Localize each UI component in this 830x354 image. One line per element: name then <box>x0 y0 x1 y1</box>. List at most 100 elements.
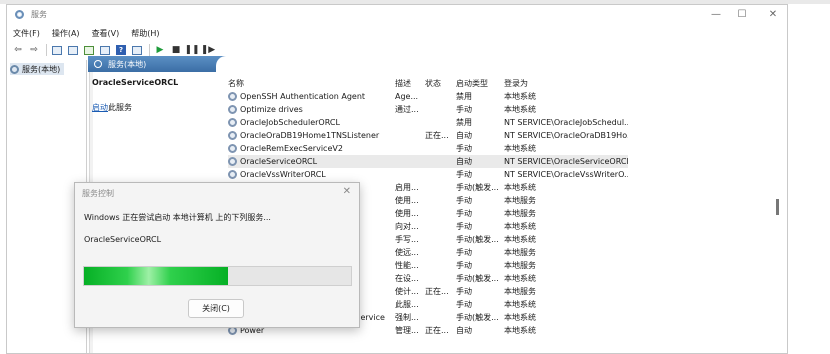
logon-as-cell-text: NT SERVICE\OracleVssWriterO... <box>504 170 628 179</box>
startup-type-cell: 禁用 <box>456 117 502 128</box>
startup-type-cell: 手动 <box>456 286 502 297</box>
service-gear-icon <box>228 144 237 153</box>
stop-icon[interactable]: ■ <box>169 43 183 57</box>
startup-type-cell: 自动 <box>456 156 502 167</box>
restart-icon[interactable]: ❚▶ <box>201 43 215 57</box>
start-service-link[interactable]: 启动 <box>92 103 108 112</box>
logon-as-cell: 本地服务 <box>504 247 628 258</box>
description-cell: 向对... <box>395 221 423 232</box>
progress-bar <box>83 266 352 286</box>
startup-type-cell: 手动(触发... <box>456 182 502 193</box>
vertical-scrollbar[interactable] <box>772 73 782 350</box>
description-cell-text: 通过... <box>395 105 419 114</box>
description-cell: 启用... <box>395 182 423 193</box>
startup-type-cell-text: 手动 <box>456 261 472 270</box>
menu-file[interactable]: 文件(F) <box>7 28 46 39</box>
description-cell: 手写... <box>395 234 423 245</box>
startup-type-cell-text: 手动(触发... <box>456 235 499 244</box>
logon-as-cell: 本地系统 <box>504 273 628 284</box>
pause-icon[interactable]: ❚❚ <box>184 43 199 57</box>
table-row[interactable]: OracleServiceORCL 自动 NT SERVICE\OracleServ… <box>228 155 628 168</box>
service-gear-icon <box>228 131 237 140</box>
title-bar: 服务 <box>7 5 787 24</box>
startup-type-cell: 手动(触发... <box>456 312 502 323</box>
description-cell: 性能... <box>395 260 423 271</box>
logon-as-cell-text: 本地系统 <box>504 274 536 283</box>
startup-type-cell: 手动 <box>456 195 502 206</box>
close-dialog-button[interactable]: 关闭(C) <box>188 299 244 318</box>
startup-type-cell-text: 禁用 <box>456 92 472 101</box>
description-cell: 管理... <box>395 325 423 336</box>
logon-as-cell: 本地系统 <box>504 234 628 245</box>
column-header-desc[interactable]: 描述 <box>395 78 423 89</box>
menu-action[interactable]: 操作(A) <box>46 28 86 39</box>
logon-as-cell-text: 本地系统 <box>504 313 536 322</box>
table-row[interactable]: OracleVssWriterORCL 手动 NT SERVICE\OracleVs… <box>228 168 628 181</box>
startup-type-cell: 手动 <box>456 208 502 219</box>
dialog-title: 服务控制 <box>82 189 114 198</box>
properties-icon[interactable] <box>66 43 80 57</box>
service-name-cell-text: OracleOraDB19Home1TNSListener <box>240 131 380 140</box>
column-header-row: 名称 描述 状态 启动类型 登录为 <box>228 77 628 90</box>
startup-type-cell: 禁用 <box>456 91 502 102</box>
window-title: 服务 <box>31 10 47 19</box>
service-gear-icon <box>228 105 237 114</box>
close-button[interactable]: ✕ <box>758 5 787 24</box>
logon-as-cell-text: 本地系统 <box>504 92 536 101</box>
column-header-name[interactable]: 名称 <box>228 78 392 89</box>
description-cell: 使用... <box>395 208 423 219</box>
service-name-cell-text: OpenSSH Authentication Agent <box>240 92 366 101</box>
service-detail-pane: OracleServiceORCL 启动此服务 <box>92 78 222 113</box>
status-cell-text: 正在... <box>425 287 449 296</box>
maximize-button[interactable]: ☐ <box>727 5 757 24</box>
menu-view[interactable]: 查看(V) <box>86 28 126 39</box>
logon-as-cell: 本地服务 <box>504 208 628 219</box>
startup-type-cell-text: 手动 <box>456 170 472 179</box>
logon-as-cell: 本地服务 <box>504 286 628 297</box>
logon-as-cell: NT SERVICE\OracleServiceORCL <box>504 157 628 166</box>
logon-as-cell: 本地系统 <box>504 91 628 102</box>
logon-as-cell-text: NT SERVICE\OracleOraDB19Ho... <box>504 131 628 140</box>
logon-as-cell-text: 本地系统 <box>504 326 536 335</box>
startup-type-cell-text: 手动(触发... <box>456 274 499 283</box>
table-row[interactable]: OpenSSH Authentication Agent Age... 禁用 本地系统 <box>228 90 628 103</box>
column-header-status[interactable]: 状态 <box>425 78 453 89</box>
forward-arrow-icon[interactable]: ⇨ <box>27 43 41 57</box>
startup-type-cell: 手动 <box>456 260 502 271</box>
table-row[interactable]: OracleRemExecServiceV2 手动 本地系统 <box>228 142 628 155</box>
logon-as-cell: 本地系统 <box>504 221 628 232</box>
logon-as-cell-text: 本地服务 <box>504 261 536 270</box>
dialog-close-icon[interactable]: ✕ <box>343 186 351 197</box>
logon-as-cell: 本地服务 <box>504 195 628 206</box>
show-hide-tree-icon[interactable] <box>50 43 64 57</box>
description-cell-text: 向对... <box>395 222 419 231</box>
table-row[interactable]: OracleJobSchedulerORCL 禁用 NT SERVICE\Oracl… <box>228 116 628 129</box>
nav-item-services-local[interactable]: 服务(本地) <box>10 63 65 75</box>
service-name-cell-text: OracleRemExecServiceV2 <box>240 144 343 153</box>
panel-header-title: 服务(本地) <box>108 59 147 69</box>
desktop: 服务 — ☐ ✕ 文件(F) 操作(A) 查看(V) 帮助(H) ⇦ ⇨ ? ▶… <box>0 0 830 354</box>
scrollbar-thumb[interactable] <box>776 199 779 215</box>
help-icon[interactable]: ? <box>114 43 128 57</box>
logon-as-cell-text: 本地服务 <box>504 209 536 218</box>
description-cell-text: 使用... <box>395 196 419 205</box>
back-arrow-icon[interactable]: ⇦ <box>11 43 25 57</box>
column-header-logon[interactable]: 登录为 <box>504 78 628 89</box>
progress-fill <box>84 267 229 285</box>
startup-type-cell-text: 禁用 <box>456 118 472 127</box>
startup-type-cell: 手动 <box>456 104 502 115</box>
show-pane-icon[interactable] <box>130 43 144 57</box>
status-cell: 正在... <box>425 286 453 297</box>
refresh-icon[interactable] <box>82 43 96 57</box>
description-cell: 强制... <box>395 312 423 323</box>
logon-as-cell-text: 本地系统 <box>504 105 536 114</box>
service-name-cell-text: OracleJobSchedulerORCL <box>240 118 340 127</box>
table-row[interactable]: Optimize drives 通过... 手动 本地系统 <box>228 103 628 116</box>
menu-help[interactable]: 帮助(H) <box>125 28 165 39</box>
table-row[interactable]: OracleOraDB19Home1TNSListener 正在... 自动 NT S… <box>228 129 628 142</box>
logon-as-cell: NT SERVICE\OracleJobSchedul... <box>504 118 628 127</box>
startup-type-cell: 手动 <box>456 169 502 180</box>
column-header-startup[interactable]: 启动类型 <box>456 78 502 89</box>
play-icon[interactable]: ▶ <box>153 43 167 57</box>
export-list-icon[interactable] <box>98 43 112 57</box>
